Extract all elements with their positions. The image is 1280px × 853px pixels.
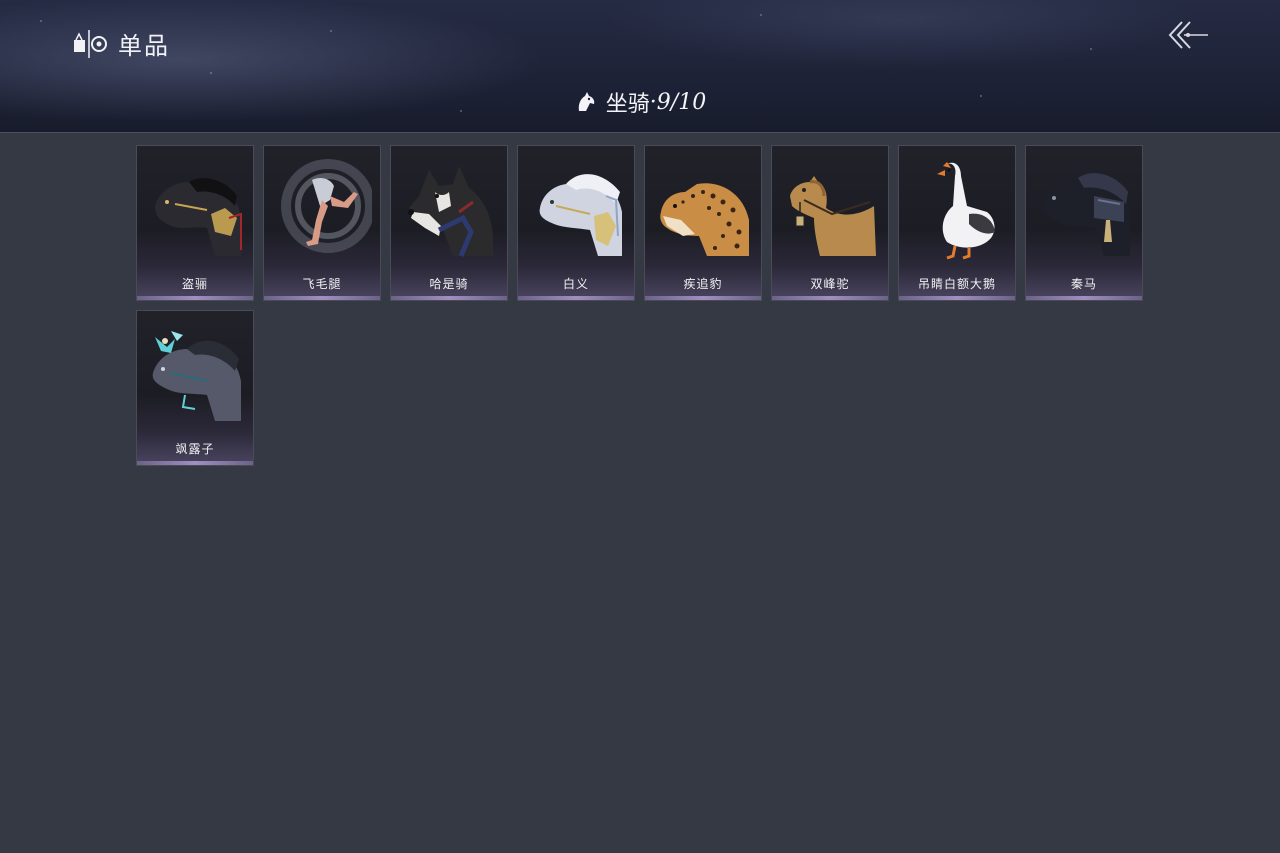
page-title: 单品 (72, 26, 170, 61)
mount-card[interactable]: 吊睛白额大鹅 (898, 145, 1016, 301)
double-chevron-left-icon (1168, 21, 1208, 49)
mount-grid: 盗骊 飞毛腿 哈是骑 白义 疾追豹 双峰驼 吊睛白额大鹅 秦马 飒露子 (136, 145, 1146, 466)
camel-icon (790, 176, 876, 256)
mount-card[interactable]: 哈是骑 (390, 145, 508, 301)
horse-head-icon (578, 92, 595, 111)
collection-count: ·9/10 (649, 89, 707, 115)
mount-card[interactable]: 秦马 (1025, 145, 1143, 301)
armored-black-horse-icon (155, 178, 242, 256)
mount-name: 秦马 (1070, 277, 1097, 291)
mount-card[interactable]: 白义 (517, 145, 635, 301)
mount-name: 疾追豹 (683, 277, 723, 291)
mount-card[interactable]: 飞毛腿 (263, 145, 381, 301)
mount-name: 飒露子 (175, 442, 215, 456)
dark-armored-horse-icon (1043, 173, 1130, 256)
tag-emblem-icon (74, 29, 107, 58)
category-label: 坐骑 (605, 92, 650, 117)
mount-card[interactable]: 双峰驼 (771, 145, 889, 301)
mount-name: 白义 (562, 277, 589, 291)
mount-name: 吊睛白额大鹅 (917, 277, 996, 291)
jeweled-grey-horse-icon (152, 331, 241, 421)
back-button[interactable] (1164, 18, 1212, 52)
mount-card[interactable]: 飒露子 (136, 310, 254, 466)
category-heading: 坐骑 ·9/10 (0, 86, 1280, 118)
mount-name: 盗骊 (181, 277, 208, 291)
mount-card[interactable]: 疾追豹 (644, 145, 762, 301)
running-legs-icon (281, 159, 372, 253)
husky-dog-icon (408, 166, 493, 257)
page-title-label: 单品 (118, 32, 170, 60)
mount-name: 哈是骑 (429, 277, 469, 291)
mount-name: 双峰驼 (810, 277, 850, 291)
goose-icon (937, 162, 995, 260)
mount-card[interactable]: 盗骊 (136, 145, 254, 301)
leopard-icon (660, 183, 749, 256)
white-horse-icon (539, 174, 622, 256)
mount-name: 飞毛腿 (302, 277, 342, 291)
header-bar: 单品 坐骑 ·9/10 (0, 0, 1280, 133)
